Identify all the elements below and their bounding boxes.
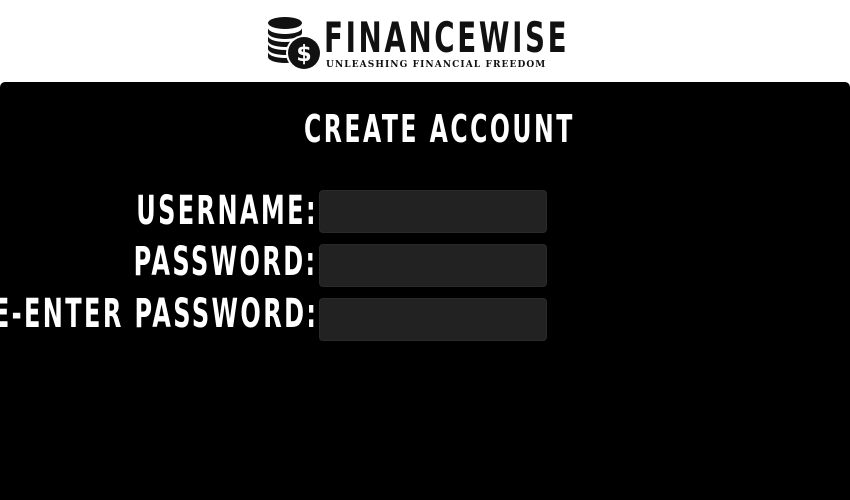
reenter-password-field[interactable] bbox=[319, 298, 547, 341]
password-field[interactable] bbox=[319, 244, 547, 287]
create-account-panel: CREATE ACCOUNT USERNAME: PASSWORD: RE-EN… bbox=[0, 82, 850, 500]
username-label: USERNAME: bbox=[136, 188, 318, 234]
header: $ FINANCEWISE UNLEASHING FINANCIAL FREED… bbox=[0, 0, 850, 82]
username-field[interactable] bbox=[319, 190, 547, 233]
svg-text:$: $ bbox=[296, 42, 311, 67]
coin-stack-dollar-icon: $ bbox=[268, 17, 322, 71]
brand-name: FINANCEWISE bbox=[324, 13, 570, 62]
brand-tagline: UNLEASHING FINANCIAL FREEDOM bbox=[326, 60, 547, 70]
reenter-password-label: RE-ENTER PASSWORD: bbox=[0, 291, 318, 337]
password-label: PASSWORD: bbox=[134, 239, 318, 285]
page-title: CREATE ACCOUNT bbox=[304, 107, 575, 151]
